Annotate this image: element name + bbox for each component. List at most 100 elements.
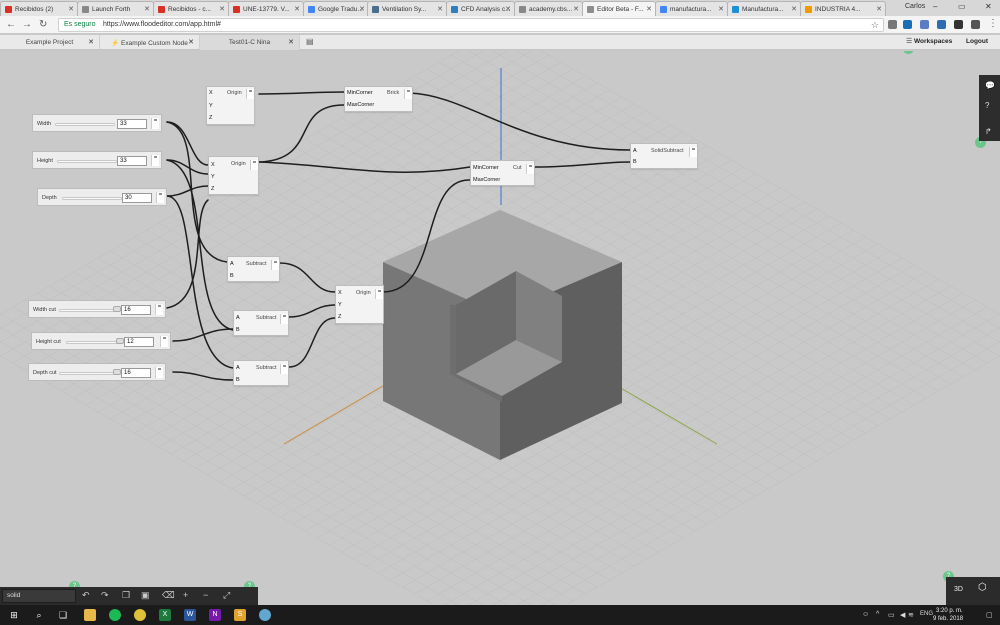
tab-test01[interactable]: Test01-C Nina ✕ bbox=[200, 35, 300, 50]
input-port-x[interactable]: X bbox=[209, 162, 215, 168]
slider-height-cut[interactable]: Height cut 12 = bbox=[31, 332, 171, 350]
file-explorer-icon[interactable] bbox=[84, 609, 96, 621]
close-tab-icon[interactable]: ✕ bbox=[219, 5, 225, 13]
clear-icon[interactable]: ⌫ bbox=[162, 590, 175, 601]
clock-date[interactable]: 9 feb. 2018 bbox=[933, 616, 963, 622]
output-port[interactable]: = bbox=[280, 314, 288, 324]
browser-tab[interactable]: academy.cbs... ✕ bbox=[514, 1, 583, 16]
input-port-b[interactable]: B bbox=[228, 273, 234, 279]
editor-canvas[interactable]: Width 33 = Height 33 = Depth 30 = Width … bbox=[0, 51, 1000, 605]
input-port-y[interactable]: Y bbox=[336, 302, 342, 308]
back-arrow-icon[interactable]: ← bbox=[6, 19, 16, 30]
close-window-icon[interactable]: ✕ bbox=[985, 2, 992, 11]
bookmark-star-icon[interactable]: ☆ bbox=[871, 20, 879, 31]
slider-track[interactable] bbox=[55, 123, 115, 126]
logout-button[interactable]: Logout bbox=[966, 38, 988, 45]
node-origin-2[interactable]: Origin X Y Z = bbox=[208, 156, 259, 195]
slider-thumb[interactable] bbox=[113, 306, 121, 312]
reload-icon[interactable]: ↻ bbox=[39, 19, 47, 30]
slider-track[interactable] bbox=[57, 160, 117, 163]
slider-track[interactable] bbox=[62, 197, 122, 200]
tab-example-project[interactable]: Example Project ✕ bbox=[0, 35, 100, 50]
copy-icon[interactable]: ❐ bbox=[122, 590, 130, 601]
browser-tab[interactable]: Ventilation Sy... ✕ bbox=[367, 1, 447, 16]
volume-icon[interactable]: ◀ bbox=[900, 611, 905, 619]
output-port[interactable]: = bbox=[246, 89, 254, 99]
menu-dots-icon[interactable]: ⋮ bbox=[988, 18, 998, 29]
browser-tab[interactable]: Manufactura... ✕ bbox=[727, 1, 801, 16]
close-tab-icon[interactable]: ✕ bbox=[68, 5, 74, 13]
input-port-a[interactable]: A bbox=[234, 365, 240, 371]
minimize-icon[interactable]: – bbox=[933, 2, 937, 11]
browser-tab[interactable]: UNE-13779. V... ✕ bbox=[228, 1, 304, 16]
notifications-icon[interactable]: ▢ bbox=[986, 611, 993, 619]
node-brick[interactable]: Brick MinCorner MaxCorner = bbox=[344, 86, 413, 112]
input-port-z[interactable]: Z bbox=[336, 314, 341, 320]
input-port-a[interactable]: A bbox=[631, 148, 637, 154]
input-port-x[interactable]: X bbox=[336, 290, 342, 296]
browser-tab[interactable]: Recibidos - c... ✕ bbox=[153, 1, 229, 16]
onenote-icon[interactable]: N bbox=[209, 609, 221, 621]
close-tab-icon[interactable]: ✕ bbox=[573, 5, 579, 13]
input-port-a[interactable]: A bbox=[228, 261, 234, 267]
slider-thumb[interactable] bbox=[116, 338, 124, 344]
browser-tab[interactable]: Recibidos (2) ✕ bbox=[0, 1, 78, 16]
browser-tab[interactable]: manufactura... ✕ bbox=[655, 1, 728, 16]
browser-user-name[interactable]: Carlos bbox=[905, 3, 925, 10]
output-port[interactable]: = bbox=[280, 364, 288, 374]
output-port[interactable]: = bbox=[271, 260, 279, 270]
input-port-a[interactable]: A bbox=[234, 315, 240, 321]
input-port-b[interactable]: B bbox=[234, 377, 240, 383]
node-solid-subtract[interactable]: SolidSubtract A B = bbox=[630, 143, 698, 169]
new-file-icon[interactable]: ▤ bbox=[306, 37, 314, 46]
slider-track[interactable] bbox=[59, 309, 115, 312]
slider-depth-cut[interactable]: Depth cut 16 = bbox=[28, 363, 166, 381]
url-field[interactable]: Es seguro https://www.floodeditor.com/ap… bbox=[58, 18, 884, 32]
slider-value-input[interactable]: 33 bbox=[117, 119, 147, 129]
slider-value-input[interactable]: 16 bbox=[121, 368, 151, 378]
slider-value-input[interactable]: 30 bbox=[122, 193, 152, 203]
input-port-y[interactable]: Y bbox=[207, 103, 213, 109]
close-tab-icon[interactable]: ✕ bbox=[288, 38, 294, 46]
slider-depth[interactable]: Depth 30 = bbox=[37, 188, 167, 206]
node-origin-3[interactable]: Origin X Y Z = bbox=[335, 285, 384, 324]
slider-width[interactable]: Width 33 = bbox=[32, 114, 162, 132]
search-icon[interactable]: ⌕ bbox=[33, 609, 45, 621]
node-subtract-3[interactable]: Subtract A B = bbox=[233, 360, 289, 386]
extension-icon[interactable] bbox=[903, 20, 912, 29]
close-tab-icon[interactable]: ✕ bbox=[718, 5, 724, 13]
network-icon[interactable]: ▭ bbox=[888, 611, 895, 619]
workspaces-button[interactable]: Workspaces bbox=[914, 38, 952, 45]
slider-height[interactable]: Height 33 = bbox=[32, 151, 162, 169]
extension-icon[interactable] bbox=[971, 20, 980, 29]
output-port[interactable]: = bbox=[689, 147, 697, 157]
close-tab-icon[interactable]: ✕ bbox=[144, 5, 150, 13]
browser-tab[interactable]: Editor Beta - F... ✕ bbox=[582, 1, 656, 16]
browser-tab[interactable]: INDUSTRIA 4... ✕ bbox=[800, 1, 886, 16]
output-port[interactable]: = bbox=[155, 367, 163, 378]
output-port[interactable]: = bbox=[250, 160, 258, 170]
help-icon[interactable]: ? bbox=[985, 101, 989, 110]
input-port-x[interactable]: X bbox=[207, 90, 213, 96]
close-tab-icon[interactable]: ✕ bbox=[188, 38, 194, 46]
browser-tab[interactable]: Launch Forth ✕ bbox=[77, 1, 154, 16]
output-port[interactable]: = bbox=[375, 289, 383, 299]
extension-icon[interactable] bbox=[888, 20, 897, 29]
slider-value-input[interactable]: 33 bbox=[117, 156, 147, 166]
sublime-icon[interactable]: S bbox=[234, 609, 246, 621]
close-tab-icon[interactable]: ✕ bbox=[876, 5, 882, 13]
redo-icon[interactable]: ↷ bbox=[101, 590, 109, 601]
input-port-maxcorner[interactable]: MaxCorner bbox=[345, 102, 374, 108]
input-port-z[interactable]: Z bbox=[207, 115, 212, 121]
share-icon[interactable]: ↱ bbox=[985, 127, 992, 136]
close-tab-icon[interactable]: ✕ bbox=[359, 5, 365, 13]
view-3d-label[interactable]: 3D bbox=[954, 586, 963, 593]
browser-tab[interactable]: CFD Analysis c... ✕ bbox=[446, 1, 515, 16]
url-text[interactable]: https://www.floodeditor.com/app.html# bbox=[103, 21, 221, 28]
input-port-mincorner[interactable]: MinCorner bbox=[345, 90, 373, 96]
node-subtract-1[interactable]: Subtract A B = bbox=[227, 256, 280, 282]
input-port-b[interactable]: B bbox=[234, 327, 240, 333]
app-icon[interactable] bbox=[259, 609, 271, 621]
close-tab-icon[interactable]: ✕ bbox=[505, 5, 511, 13]
node-cut[interactable]: Cut MinCorner MaxCorner = bbox=[470, 160, 535, 186]
